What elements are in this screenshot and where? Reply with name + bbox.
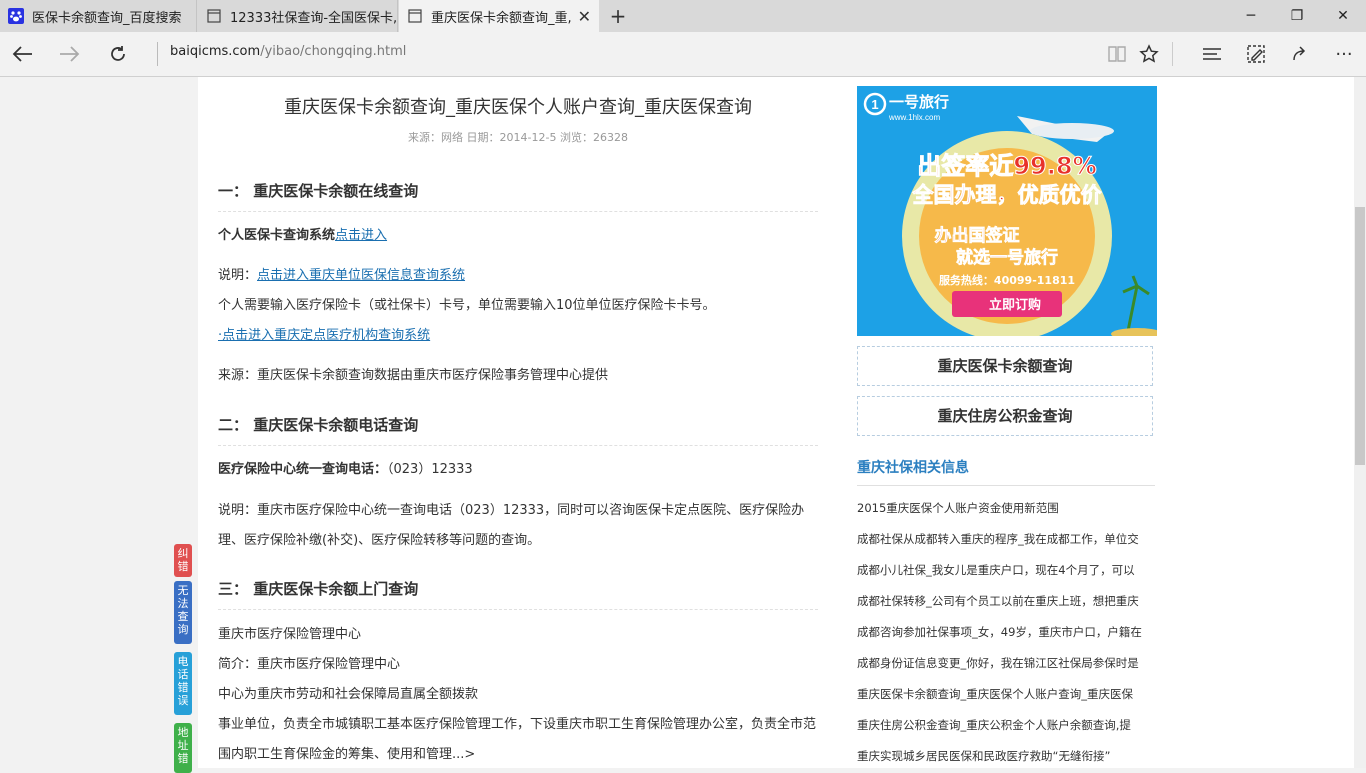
paragraph: 中心为重庆市劳动和社会保障局直属全额拨款 bbox=[218, 687, 479, 702]
article: 重庆医保卡余额查询_重庆医保个人账户查询_重庆医保查询 来源：网络 日期：201… bbox=[198, 77, 838, 768]
paragraph: 个人医保卡查询系统点击进入 bbox=[218, 221, 818, 251]
housing-fund-button[interactable]: 重庆住房公积金查询 bbox=[857, 396, 1153, 436]
address-error-button[interactable]: 地址错 bbox=[174, 723, 192, 773]
reading-view-icon[interactable] bbox=[1101, 40, 1133, 68]
section-heading-phone: 二： 重庆医保卡余额电话查询 bbox=[218, 414, 818, 446]
divider bbox=[1172, 42, 1173, 66]
ad-line3: 办出国签证 bbox=[935, 225, 1020, 246]
tab-chongqing-active[interactable]: 重庆医保卡余额查询_重, ✕ bbox=[399, 0, 599, 32]
forward-arrow-icon[interactable] bbox=[54, 40, 86, 68]
cannot-query-button[interactable]: 无法查询 bbox=[174, 581, 192, 644]
paragraph: 说明：点击进入重庆单位医保信息查询系统 bbox=[218, 261, 818, 291]
paragraph: 医疗保险中心统一查询电话：（023）12333 bbox=[218, 455, 818, 485]
related-link[interactable]: 成都身份证信息变更_你好，我在锦江区社保局参保时是 bbox=[857, 652, 1157, 683]
related-link[interactable]: 成都社保转移_公司有个员工以前在重庆上班，想把重庆 bbox=[857, 590, 1157, 621]
section-heading-onsite: 三： 重庆医保卡余额上门查询 bbox=[218, 578, 818, 610]
ad-order-button: 立即订购 bbox=[989, 297, 1041, 313]
related-link[interactable]: 成都咨询参加社保事项_女，49岁，重庆市户口，户籍在 bbox=[857, 621, 1157, 652]
ad-line1: 出签率近99.8% bbox=[917, 152, 1096, 180]
baidu-paw-icon bbox=[8, 8, 24, 24]
tab-title: 12333社保查询-全国医保卡, bbox=[230, 10, 397, 26]
bold-label: 个人医保卡查询系统 bbox=[218, 228, 336, 243]
paragraph: 事业单位，负责全市城镇职工基本医疗保险管理工作，下设重庆市职工生育保险管理办公室… bbox=[218, 717, 817, 762]
hub-icon[interactable] bbox=[1196, 40, 1228, 68]
page-icon bbox=[407, 8, 423, 24]
related-list: 2015重庆医保个人账户资金使用新范围 成都社保从成都转入重庆的程序_我在成都工… bbox=[857, 497, 1157, 768]
paragraph: 简介：重庆市医疗保险管理中心 bbox=[218, 657, 401, 672]
more-menu-icon[interactable]: ··· bbox=[1328, 40, 1360, 68]
svg-text:1: 1 bbox=[871, 97, 878, 112]
article-meta: 来源：网络 日期：2014-12-5 浏览：26328 bbox=[408, 131, 628, 144]
ad-brand: 一号旅行 bbox=[889, 93, 949, 111]
url-field[interactable]: baiqicms.com/yibao/chongqing.html bbox=[170, 44, 406, 59]
report-error-button[interactable]: 纠错 bbox=[174, 544, 192, 577]
page-icon bbox=[206, 8, 222, 24]
favorite-star-icon[interactable] bbox=[1133, 40, 1165, 68]
tab-title: 医保卡余额查询_百度搜索 bbox=[32, 10, 182, 26]
ad-hotline: 服务热线：40099-11811 bbox=[939, 273, 1075, 287]
bold-label: 医疗保险中心统一查询电话： bbox=[218, 462, 388, 477]
section-heading-online: 一： 重庆医保卡余额在线查询 bbox=[218, 180, 818, 212]
tab-baidu-search[interactable]: 医保卡余额查询_百度搜索 bbox=[0, 0, 197, 32]
related-link[interactable]: 重庆实现城乡居民医保和民政医疗救助“无缝衔接” bbox=[857, 745, 1157, 768]
close-tab-icon[interactable]: ✕ bbox=[578, 7, 591, 26]
paragraph: 个人需要输入医疗保险卡（或社保卡）卡号，单位需要输入10位单位医疗保险卡卡号。 bbox=[218, 298, 716, 313]
share-icon[interactable] bbox=[1284, 40, 1316, 68]
label-text: 说明： bbox=[218, 268, 258, 283]
related-link[interactable]: 重庆住房公积金查询_重庆公积金个人账户余额查询,提 bbox=[857, 714, 1157, 745]
ad-line4: 就选一号旅行 bbox=[956, 247, 1058, 268]
ad-site: www.1hlx.com bbox=[888, 113, 940, 122]
phone-error-button[interactable]: 电话错误 bbox=[174, 652, 192, 715]
close-window-icon[interactable]: ✕ bbox=[1320, 0, 1366, 32]
url-domain: baiqicms.com bbox=[170, 44, 261, 59]
paragraph: 说明：重庆市医疗保险中心统一查询电话（023）12333，同时可以咨询医保卡定点… bbox=[218, 503, 805, 548]
scrollbar-thumb[interactable] bbox=[1355, 207, 1365, 465]
new-tab-icon[interactable]: + bbox=[606, 4, 630, 28]
paragraph: ·点击进入重庆定点医疗机构查询系统 bbox=[218, 321, 818, 351]
web-note-icon[interactable] bbox=[1240, 40, 1272, 68]
paragraph: 重庆市医疗保险管理中心 bbox=[218, 627, 362, 642]
minimize-icon[interactable]: ─ bbox=[1228, 0, 1274, 32]
related-link[interactable]: 2015重庆医保个人账户资金使用新范围 bbox=[857, 497, 1157, 528]
tab-title: 重庆医保卡余额查询_重, bbox=[431, 10, 572, 26]
medical-card-balance-button[interactable]: 重庆医保卡余额查询 bbox=[857, 346, 1153, 386]
address-bar: baiqicms.com/yibao/chongqing.html ··· bbox=[0, 32, 1366, 77]
medical-institution-link[interactable]: ·点击进入重庆定点医疗机构查询系统 bbox=[218, 328, 430, 343]
travel-ad-banner[interactable]: 1 一号旅行 www.1hlx.com 出签率近99.8% 全国办理，优质优价 … bbox=[857, 86, 1157, 336]
restore-icon[interactable]: ❐ bbox=[1274, 0, 1320, 32]
divider bbox=[157, 42, 158, 66]
sidebar: 1 一号旅行 www.1hlx.com 出签率近99.8% 全国办理，优质优价 … bbox=[838, 77, 1354, 768]
tab-12333[interactable]: 12333社保查询-全国医保卡, bbox=[198, 0, 398, 32]
refresh-icon[interactable] bbox=[102, 40, 134, 68]
related-link[interactable]: 成都小儿社保_我女儿是重庆户口，现在4个月了，可以 bbox=[857, 559, 1157, 590]
related-link[interactable]: 成都社保从成都转入重庆的程序_我在成都工作，单位交 bbox=[857, 528, 1157, 559]
article-title: 重庆医保卡余额查询_重庆医保个人账户查询_重庆医保查询 bbox=[284, 97, 752, 118]
phone-number: （023）12333 bbox=[387, 462, 473, 477]
tab-strip: 医保卡余额查询_百度搜索 12333社保查询-全国医保卡, 重庆医保卡余额查询_… bbox=[0, 0, 1366, 32]
enter-link[interactable]: 点击进入 bbox=[335, 228, 387, 243]
paragraph: 来源：重庆医保卡余额查询数据由重庆市医疗保险事务管理中心提供 bbox=[218, 368, 609, 383]
related-link[interactable]: 重庆医保卡余额查询_重庆医保个人账户查询_重庆医保 bbox=[857, 683, 1157, 714]
unit-query-link[interactable]: 点击进入重庆单位医保信息查询系统 bbox=[257, 268, 465, 283]
related-heading: 重庆社保相关信息 bbox=[857, 457, 1155, 486]
back-arrow-icon[interactable] bbox=[6, 40, 38, 68]
url-path: /yibao/chongqing.html bbox=[260, 44, 407, 59]
ad-line2: 全国办理，优质优价 bbox=[912, 183, 1103, 207]
web-page: 重庆医保卡余额查询_重庆医保个人账户查询_重庆医保查询 来源：网络 日期：201… bbox=[0, 77, 1354, 768]
